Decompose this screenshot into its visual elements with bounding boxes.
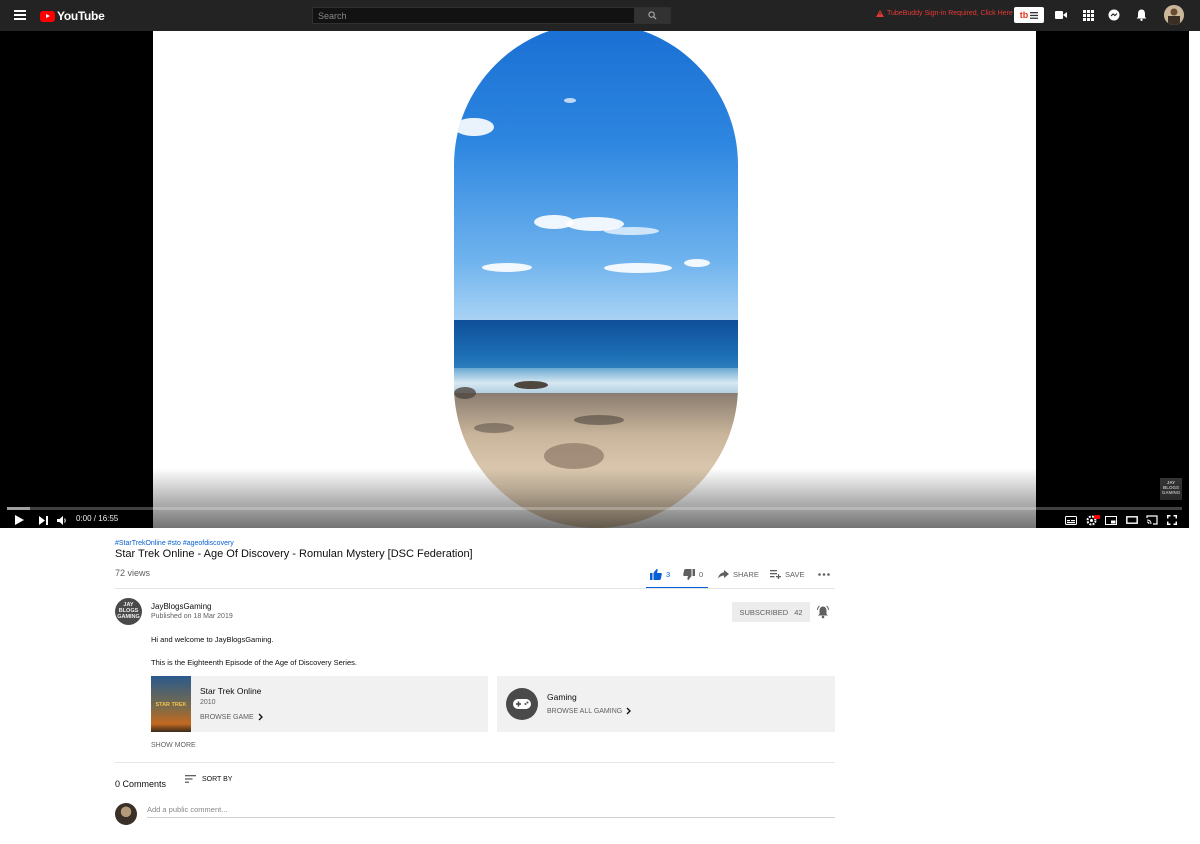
current-user-avatar (115, 803, 137, 825)
view-count: 72 views (115, 568, 151, 578)
comment-input[interactable] (147, 802, 835, 818)
game-year: 2010 (200, 699, 216, 706)
video-hashtags[interactable]: #StarTrekOnline #sto #ageofdiscovery (115, 540, 234, 547)
category-card[interactable]: Gaming BROWSE ALL GAMING (497, 676, 835, 732)
miniplayer-icon (1105, 515, 1117, 525)
theater-mode-button[interactable] (1125, 513, 1139, 527)
miniplayer-button[interactable] (1104, 513, 1118, 527)
progress-buffered (7, 507, 30, 510)
subscribe-label: SUBSCRIBED (739, 607, 789, 617)
dislike-count: 0 (699, 569, 704, 579)
save-label: SAVE (785, 569, 805, 579)
gamepad-icon (513, 699, 531, 709)
show-more-button[interactable]: SHOW MORE (151, 742, 196, 749)
messages-icon[interactable] (1107, 8, 1121, 22)
youtube-logo[interactable]: YouTube (40, 9, 105, 23)
share-icon (718, 569, 729, 578)
divider (115, 762, 835, 763)
playlist-add-icon (770, 569, 781, 579)
browse-all-gaming-label: BROWSE ALL GAMING (547, 707, 623, 715)
share-label: SHARE (733, 569, 759, 579)
more-actions-button[interactable] (818, 567, 830, 581)
menu-icon[interactable] (14, 10, 26, 20)
dislike-button[interactable]: 0 (683, 567, 703, 581)
game-card[interactable]: STAR TREK Star Trek Online 2010 BROWSE G… (151, 676, 488, 732)
game-title: Star Trek Online (200, 686, 262, 696)
cast-icon (1146, 515, 1158, 525)
browse-game-label: BROWSE GAME (200, 713, 254, 721)
tubebuddy-alert-text: TubeBuddy Sign-in Required, Click Here (887, 10, 1013, 17)
progress-bar[interactable] (7, 507, 1182, 510)
search-button[interactable] (635, 7, 671, 24)
time-display: 0:00 / 16:55 (76, 514, 119, 523)
category-title: Gaming (547, 692, 577, 702)
subtitles-button[interactable] (1064, 513, 1078, 527)
notifications-icon[interactable] (1134, 8, 1148, 22)
search-box (312, 7, 671, 24)
save-button[interactable]: SAVE (770, 567, 804, 581)
like-count: 3 (666, 569, 671, 579)
mute-button[interactable] (55, 513, 69, 527)
chevron-right-icon (258, 713, 263, 721)
tubebuddy-logo: tb (1019, 10, 1029, 20)
thumbs-up-icon (650, 568, 662, 580)
search-icon (648, 11, 657, 20)
chevron-right-icon (626, 707, 632, 715)
fullscreen-button[interactable] (1165, 513, 1179, 527)
volume-icon (57, 515, 66, 525)
subtitles-icon (1065, 515, 1077, 525)
hamburger-icon (1030, 11, 1039, 19)
fullscreen-icon (1167, 515, 1177, 525)
publish-date: Published on 18 Mar 2019 (151, 613, 233, 620)
divider (115, 588, 835, 589)
play-button[interactable] (12, 513, 26, 527)
sort-icon (185, 775, 196, 783)
browse-all-gaming-link[interactable]: BROWSE ALL GAMING (547, 707, 632, 715)
browse-game-link[interactable]: BROWSE GAME (200, 713, 263, 721)
share-button[interactable]: SHARE (718, 567, 759, 581)
settings-icon (1086, 514, 1100, 525)
notification-bell-button[interactable] (816, 605, 830, 619)
video-player[interactable]: JAY BLOGS GAMING 0:00 / 16:55 (0, 31, 1189, 528)
next-icon (38, 515, 48, 525)
video-frame (153, 31, 1036, 528)
comments-count: 0 Comments (115, 779, 167, 789)
theater-icon (1126, 516, 1138, 524)
search-input[interactable] (312, 7, 635, 24)
subscriber-count: 42 (794, 607, 803, 617)
sort-comments-button[interactable]: SORT BY (185, 775, 232, 783)
play-icon (14, 515, 24, 525)
game-cover-title: STAR TREK (155, 702, 187, 708)
tubebuddy-signin-link[interactable]: TubeBuddy Sign-in Required, Click Here (876, 10, 1013, 17)
channel-avatar[interactable]: JAY BLOGS GAMING (115, 598, 142, 625)
youtube-play-logo-icon (40, 10, 55, 22)
subscribe-button[interactable]: SUBSCRIBED 42 (732, 602, 810, 622)
sort-by-label: SORT BY (202, 775, 233, 783)
game-cover-image: STAR TREK (151, 676, 191, 732)
next-button[interactable] (36, 513, 50, 527)
masthead: YouTube TubeBuddy Sign-in Required, Clic… (0, 0, 1200, 31)
gaming-category-icon (506, 688, 538, 720)
like-button[interactable]: 3 (650, 567, 670, 581)
video-title: Star Trek Online - Age Of Discovery - Ro… (115, 548, 473, 560)
bell-active-icon (817, 605, 829, 619)
cast-button[interactable] (1145, 513, 1159, 527)
description-line: This is the Eighteenth Episode of the Ag… (151, 658, 357, 667)
account-avatar[interactable] (1164, 5, 1184, 25)
apps-icon[interactable] (1081, 8, 1095, 22)
settings-button[interactable] (1085, 513, 1101, 527)
thumbs-down-icon (683, 568, 695, 580)
beach-video-image (454, 31, 738, 528)
description-line: Hi and welcome to JayBlogsGaming. (151, 635, 274, 644)
channel-name[interactable]: JayBlogsGaming (151, 602, 211, 611)
warning-icon (876, 10, 884, 17)
create-video-icon[interactable] (1054, 8, 1068, 22)
more-horizontal-icon (818, 572, 830, 576)
controls-gradient (0, 468, 1189, 528)
brand-name: YouTube (57, 9, 105, 23)
tubebuddy-menu-button[interactable]: tb (1014, 7, 1044, 23)
